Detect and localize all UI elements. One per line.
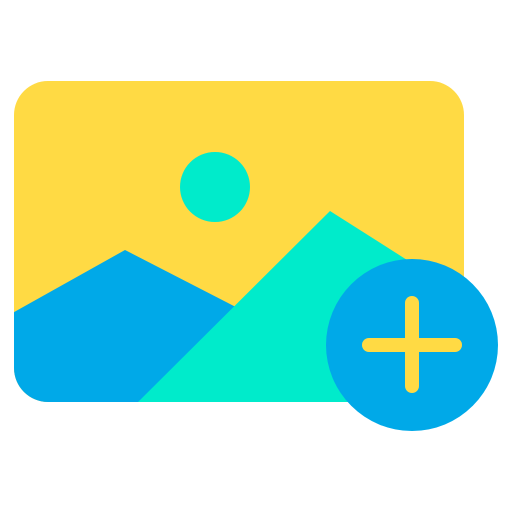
sun-icon: [180, 152, 250, 222]
add-image-icon[interactable]: [0, 0, 512, 512]
icon-canvas: [0, 0, 512, 512]
plus-badge[interactable]: [326, 259, 498, 431]
